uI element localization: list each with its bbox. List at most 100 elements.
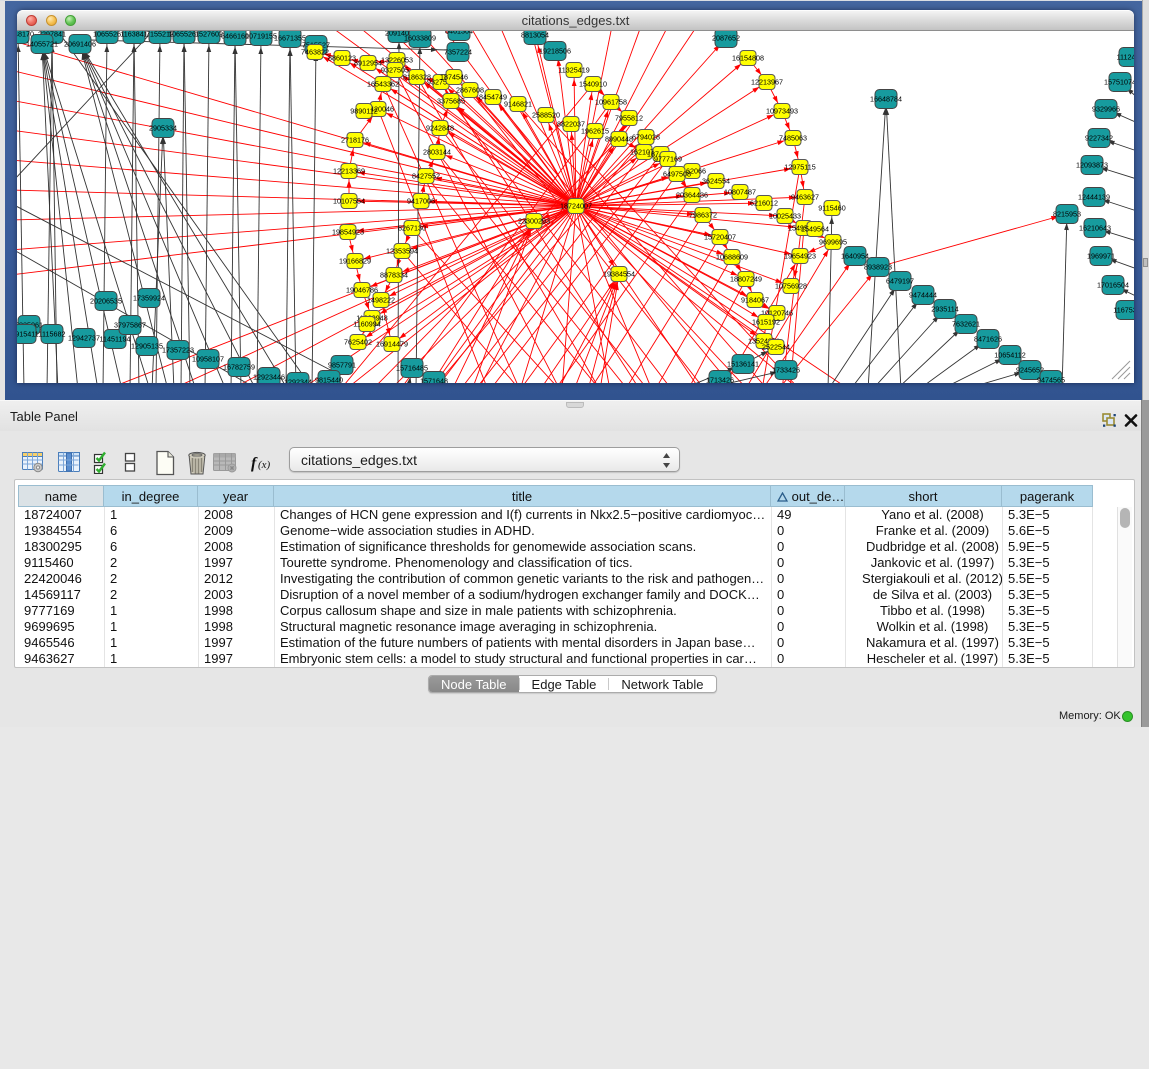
- svg-text:9242848: 9242848: [426, 124, 454, 133]
- svg-text:f: f: [251, 455, 258, 472]
- svg-text:10719155: 10719155: [245, 32, 277, 41]
- svg-text:1163841: 1163841: [120, 31, 147, 39]
- svg-text:1065526: 1065526: [93, 31, 121, 39]
- svg-text:1112404: 1112404: [1117, 53, 1134, 62]
- svg-text:18724007: 18724007: [560, 202, 592, 211]
- svg-text:8215953: 8215953: [1053, 210, 1081, 219]
- svg-text:2087652: 2087652: [712, 34, 740, 43]
- svg-text:1115682: 1115682: [39, 330, 66, 339]
- svg-text:17359924: 17359924: [133, 294, 165, 303]
- svg-text:8427552: 8427552: [412, 172, 440, 181]
- svg-text:11325419: 11325419: [558, 66, 589, 75]
- svg-text:9184067: 9184067: [741, 296, 769, 305]
- svg-text:10807487: 10807487: [724, 188, 756, 197]
- svg-text:6794028: 6794028: [632, 133, 660, 142]
- svg-text:19654923: 19654923: [784, 252, 816, 261]
- svg-text:9245652: 9245652: [1016, 366, 1044, 375]
- svg-text:8878334: 8878334: [380, 271, 408, 280]
- svg-text:3915411: 3915411: [17, 330, 39, 339]
- svg-text:10973493: 10973493: [766, 107, 798, 116]
- svg-text:20691406: 20691406: [64, 40, 96, 49]
- svg-text:12942737: 12942737: [68, 334, 100, 343]
- svg-text:12353594: 12353594: [386, 247, 418, 256]
- svg-text:9417006: 9417006: [407, 197, 435, 206]
- svg-text:7357224: 7357224: [444, 48, 472, 57]
- svg-text:1640954: 1640954: [841, 252, 869, 261]
- svg-text:12213369: 12213369: [333, 167, 365, 176]
- svg-text:3375685: 3375685: [437, 97, 465, 106]
- svg-text:7955812: 7955812: [615, 114, 643, 123]
- svg-text:7485063: 7485063: [779, 134, 807, 143]
- svg-text:15751074: 15751074: [1104, 78, 1134, 87]
- svg-text:10958107: 10958107: [192, 355, 224, 364]
- svg-text:1540910: 1540910: [579, 80, 607, 89]
- svg-text:19384554: 19384554: [603, 270, 635, 279]
- svg-text:6479197: 6479197: [886, 277, 914, 286]
- svg-text:15716485: 15716485: [396, 364, 428, 373]
- svg-text:17016504: 17016504: [1097, 281, 1129, 290]
- svg-text:1160994: 1160994: [353, 320, 380, 329]
- svg-text:16210643: 16210643: [1079, 224, 1111, 233]
- svg-text:12444139: 12444139: [1078, 193, 1110, 202]
- svg-text:8938923: 8938923: [864, 263, 892, 272]
- svg-text:37975867: 37975867: [114, 321, 146, 330]
- svg-text:14055721: 14055721: [26, 40, 58, 49]
- svg-text:2588520: 2588520: [532, 111, 560, 120]
- svg-text:8267130: 8267130: [398, 224, 426, 233]
- svg-text:9890112: 9890112: [350, 107, 377, 116]
- svg-text:10961758: 10961758: [595, 98, 627, 107]
- svg-text:9227342: 9227342: [1085, 134, 1113, 143]
- svg-text:6216012: 6216012: [750, 199, 778, 208]
- svg-text:11451194: 11451194: [100, 335, 131, 344]
- svg-text:9474565: 9474565: [1037, 376, 1065, 384]
- svg-text:15136141: 15136141: [727, 360, 759, 369]
- svg-text:8990448: 8990448: [605, 135, 633, 144]
- svg-text:20364436: 20364436: [676, 191, 708, 200]
- svg-text:18807249: 18807249: [730, 275, 762, 284]
- svg-text:12975115: 12975115: [784, 163, 815, 172]
- svg-text:12923446: 12923446: [253, 373, 285, 382]
- svg-text:23300293: 23300293: [518, 217, 550, 226]
- svg-text:2935114: 2935114: [931, 305, 958, 314]
- svg-text:1498222: 1498222: [367, 296, 395, 305]
- svg-text:8860123: 8860123: [328, 54, 356, 63]
- svg-text:9699695: 9699695: [819, 238, 847, 247]
- svg-text:2718176: 2718176: [341, 136, 369, 145]
- svg-text:3624554: 3624554: [702, 177, 730, 186]
- svg-text:1733426: 1733426: [772, 366, 800, 375]
- svg-text:10025433: 10025433: [769, 212, 801, 221]
- svg-text:9146821: 9146821: [504, 100, 532, 109]
- svg-text:16033809: 16033809: [404, 34, 436, 43]
- svg-text:8461304: 8461304: [445, 31, 473, 36]
- svg-text:1571648: 1571648: [420, 377, 448, 384]
- svg-text:9815440: 9815440: [315, 376, 343, 384]
- svg-text:10688609: 10688609: [716, 253, 748, 262]
- svg-text:1549564: 1549564: [801, 225, 829, 234]
- svg-text:1615192: 1615192: [752, 318, 780, 327]
- svg-text:16782759: 16782759: [223, 363, 255, 372]
- svg-text:2803144: 2803144: [423, 148, 451, 157]
- svg-text:16648784: 16648784: [870, 95, 902, 104]
- svg-text:9857791: 9857791: [328, 361, 356, 370]
- svg-text:1874546: 1874546: [440, 73, 468, 82]
- svg-text:8454749: 8454749: [479, 93, 507, 102]
- svg-text:1969971: 1969971: [1087, 252, 1115, 261]
- svg-text:8813054: 8813054: [521, 31, 549, 40]
- svg-text:8471626: 8471626: [974, 335, 1002, 344]
- svg-text:9329966: 9329966: [1092, 105, 1120, 114]
- svg-text:9463627: 9463627: [791, 193, 819, 202]
- svg-text:9777169: 9777169: [654, 155, 682, 164]
- svg-text:2522544: 2522544: [762, 343, 790, 352]
- svg-text:1167533: 1167533: [1113, 306, 1134, 315]
- svg-text:1713426: 1713426: [706, 376, 734, 384]
- svg-text:19166829: 19166829: [339, 257, 371, 266]
- svg-text:16154808: 16154808: [732, 54, 764, 63]
- svg-text:2905334: 2905334: [149, 124, 177, 133]
- svg-text:19046786: 19046786: [346, 286, 378, 295]
- svg-text:12093873: 12093873: [1076, 161, 1108, 170]
- svg-text:(x): (x): [258, 459, 271, 471]
- svg-text:19854923: 19854923: [332, 228, 364, 237]
- svg-text:7463822: 7463822: [301, 48, 329, 57]
- svg-text:7625402: 7625402: [344, 338, 372, 347]
- svg-text:12905135: 12905135: [131, 342, 163, 351]
